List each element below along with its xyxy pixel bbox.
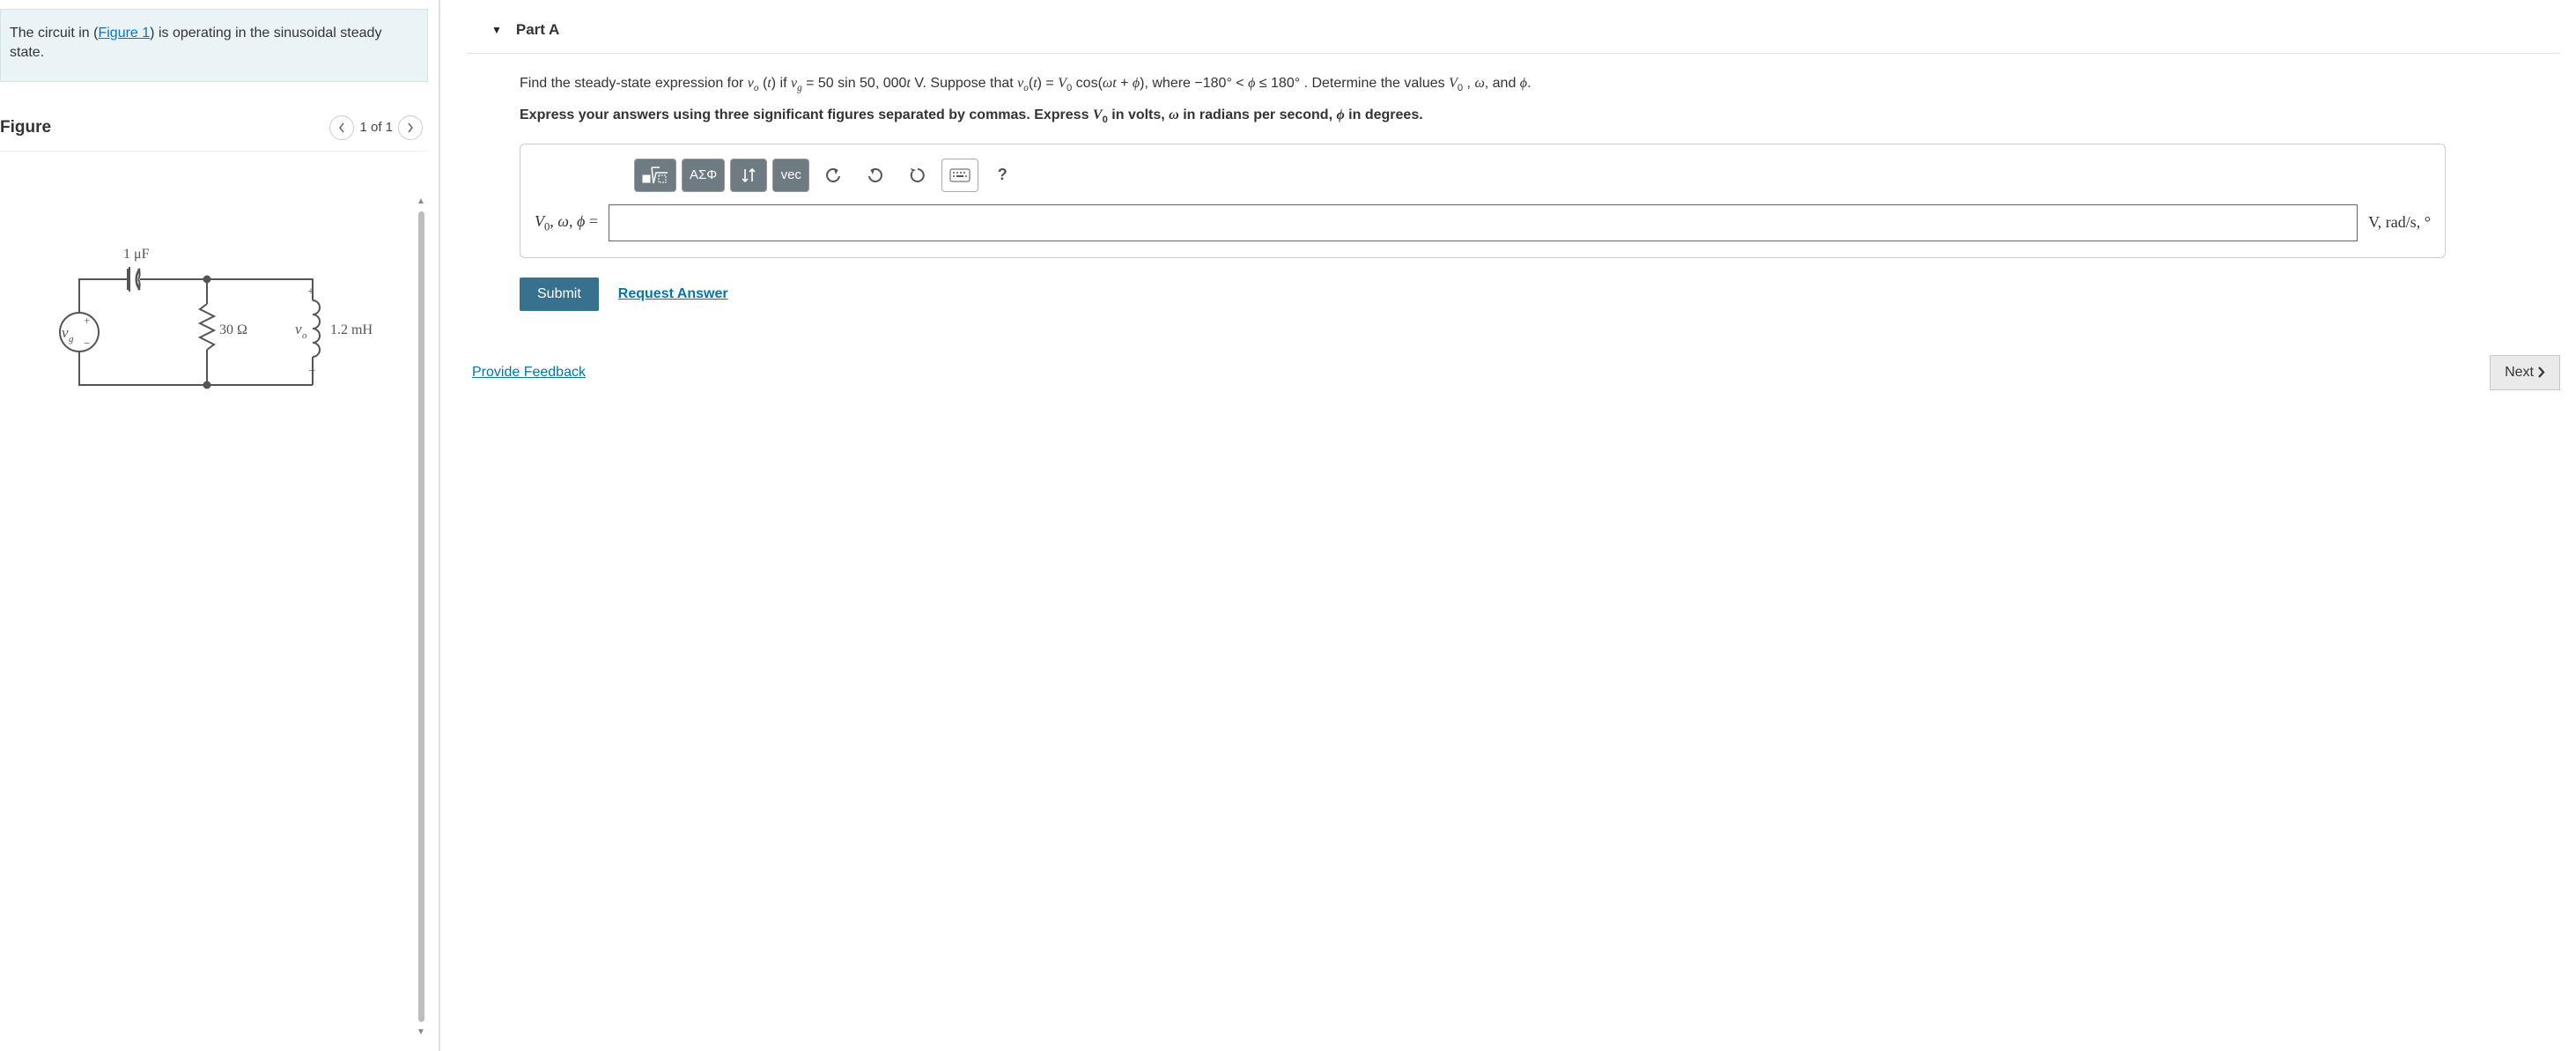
scroll-thumb[interactable] bbox=[418, 211, 424, 1022]
figure-pager: 1 of 1 bbox=[329, 115, 423, 140]
problem-intro: The circuit in (Figure 1) is operating i… bbox=[0, 9, 428, 82]
scroll-track[interactable] bbox=[418, 211, 424, 1022]
svg-text:1 μF: 1 μF bbox=[123, 247, 150, 262]
svg-text:v: v bbox=[62, 324, 69, 341]
keyboard-icon bbox=[949, 168, 971, 182]
part-title: Part A bbox=[516, 21, 559, 39]
problem-statement: Find the steady-state expression for vo … bbox=[467, 73, 2560, 96]
equation-toolbar: ΑΣΦ vec ? bbox=[535, 159, 2431, 192]
request-answer-link[interactable]: Request Answer bbox=[618, 286, 728, 302]
circuit-figure: v g + − 1 μF 30 Ω 1.2 mH v o + − bbox=[0, 191, 414, 1042]
svg-text:−: − bbox=[84, 337, 90, 350]
next-button[interactable]: Next bbox=[2490, 355, 2560, 390]
subsup-button[interactable] bbox=[730, 159, 767, 192]
reset-icon bbox=[909, 167, 926, 184]
chevron-right-icon bbox=[407, 122, 414, 133]
redo-button[interactable] bbox=[857, 159, 894, 192]
figure-link[interactable]: Figure 1 bbox=[98, 26, 150, 41]
chevron-left-icon bbox=[338, 122, 345, 133]
svg-text:1.2 mH: 1.2 mH bbox=[330, 322, 373, 337]
intro-prefix: The circuit in ( bbox=[10, 26, 98, 41]
subsup-icon bbox=[740, 167, 757, 183]
svg-text:+: + bbox=[307, 285, 314, 299]
undo-button[interactable] bbox=[815, 159, 852, 192]
svg-text:30 Ω: 30 Ω bbox=[219, 322, 247, 337]
vec-button[interactable]: vec bbox=[772, 159, 809, 192]
answer-input[interactable] bbox=[609, 204, 2358, 241]
provide-feedback-link[interactable]: Provide Feedback bbox=[472, 365, 586, 381]
next-label: Next bbox=[2505, 365, 2534, 381]
redo-icon bbox=[867, 167, 884, 183]
svg-text:+: + bbox=[84, 314, 90, 327]
reset-button[interactable] bbox=[899, 159, 936, 192]
next-figure-button[interactable] bbox=[398, 115, 423, 140]
scroll-up-icon[interactable]: ▲ bbox=[415, 195, 427, 208]
answer-lhs: V0, ω, ϕ = bbox=[535, 212, 598, 234]
svg-text:o: o bbox=[302, 330, 307, 341]
answer-units: V, rad/s, ° bbox=[2368, 213, 2431, 232]
figure-heading: Figure bbox=[0, 118, 51, 137]
svg-text:g: g bbox=[69, 334, 74, 344]
keyboard-button[interactable] bbox=[941, 159, 978, 192]
templates-button[interactable] bbox=[634, 159, 676, 192]
pager-text: 1 of 1 bbox=[359, 120, 393, 135]
submit-button[interactable]: Submit bbox=[520, 278, 599, 311]
svg-text:−: − bbox=[308, 365, 315, 378]
undo-icon bbox=[824, 167, 842, 183]
greek-button[interactable]: ΑΣΦ bbox=[682, 159, 725, 192]
figure-scrollbar[interactable]: ▲ ▼ bbox=[414, 191, 428, 1042]
help-button[interactable]: ? bbox=[984, 159, 1021, 192]
chevron-right-icon bbox=[2537, 366, 2545, 378]
prev-figure-button[interactable] bbox=[329, 115, 354, 140]
templates-icon bbox=[642, 166, 668, 185]
answer-instructions: Express your answers using three signifi… bbox=[467, 105, 2560, 128]
svg-text:v: v bbox=[295, 321, 302, 337]
collapse-caret-icon[interactable]: ▼ bbox=[491, 24, 502, 36]
scroll-down-icon[interactable]: ▼ bbox=[415, 1025, 427, 1039]
answer-box: ΑΣΦ vec ? bbox=[520, 144, 2446, 258]
